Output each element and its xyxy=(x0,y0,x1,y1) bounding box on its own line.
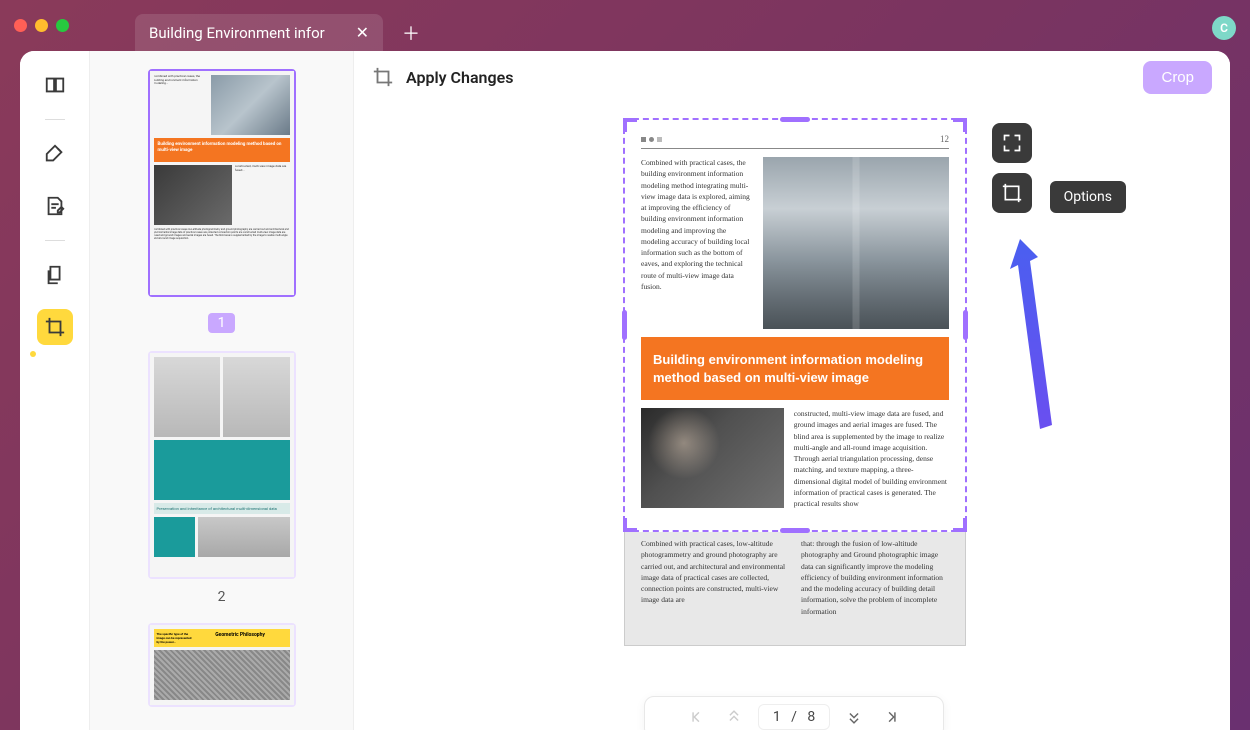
close-tab-button[interactable]: ✕ xyxy=(356,23,369,42)
annotation-arrow xyxy=(1000,229,1080,453)
options-tooltip: Options xyxy=(1050,181,1126,213)
page-indicator[interactable]: 1 / 8 xyxy=(758,704,830,730)
thumbnail-panel[interactable]: Combined with practical cases, the build… xyxy=(90,51,354,730)
main-area: Apply Changes Crop Combined with practic… xyxy=(354,51,1230,730)
crop-icon xyxy=(44,316,66,338)
book-icon xyxy=(44,74,66,96)
app-window: Combined with practical cases, the build… xyxy=(20,51,1230,730)
crop-options-icon xyxy=(1002,183,1022,203)
crop-options-button[interactable] xyxy=(992,173,1032,213)
thumb-orange-title: Building environment information modelin… xyxy=(154,138,290,162)
chevron-last-icon xyxy=(885,710,899,724)
avatar[interactable]: C xyxy=(1212,16,1236,40)
titlebar: Building Environment infor ✕ ＋ C xyxy=(0,0,1250,51)
crop-corner-tl[interactable] xyxy=(623,118,637,132)
close-window-button[interactable] xyxy=(14,19,27,32)
apply-changes-label: Apply Changes xyxy=(406,68,513,87)
thumbnail-page-3[interactable]: The specific type of the image can be re… xyxy=(148,623,296,707)
paragraph-lower-left: Combined with practical cases, low-altit… xyxy=(641,538,789,617)
thumb-page-num-1: 1 xyxy=(208,313,236,333)
page-sep: / xyxy=(791,709,797,725)
last-page-button[interactable] xyxy=(878,703,906,730)
image-computer-user xyxy=(641,408,784,508)
traffic-lights xyxy=(14,19,69,32)
chevron-down-icon xyxy=(847,710,861,724)
orange-title-text: Building environment information modelin… xyxy=(653,351,937,386)
maximize-window-button[interactable] xyxy=(56,19,69,32)
thumbnail-page-2[interactable]: Preservation and inheritance of architec… xyxy=(148,351,296,579)
edit-doc-icon xyxy=(44,195,66,217)
rail-active-indicator xyxy=(30,351,36,357)
page-toolbar: 1 / 8 xyxy=(644,696,944,730)
fit-page-button[interactable] xyxy=(992,123,1032,163)
crop-handle-bottom[interactable] xyxy=(780,528,810,533)
top-bar: Apply Changes Crop xyxy=(354,51,1230,103)
total-pages: 8 xyxy=(807,709,815,725)
first-page-button[interactable] xyxy=(682,703,710,730)
page-content: 12 Combined with practical cases, the bu… xyxy=(625,120,965,523)
crop-handle-right[interactable] xyxy=(963,310,968,340)
document-canvas[interactable]: Combined with practical cases, low-altit… xyxy=(624,119,966,646)
new-tab-button[interactable]: ＋ xyxy=(400,22,422,44)
crop-handle-left[interactable] xyxy=(622,310,627,340)
page-lower-text: Combined with practical cases, low-altit… xyxy=(641,538,949,617)
right-tools xyxy=(992,123,1032,213)
current-page: 1 xyxy=(773,709,781,725)
rail-crop-button[interactable] xyxy=(37,309,73,345)
rail-separator xyxy=(45,240,65,241)
thumb2-label: Preservation and inheritance of architec… xyxy=(154,503,290,514)
prev-page-button[interactable] xyxy=(720,703,748,730)
crop-corner-bl[interactable] xyxy=(623,518,637,532)
paragraph-a: Combined with practical cases, the build… xyxy=(641,157,753,329)
crop-button[interactable]: Crop xyxy=(1143,61,1212,94)
expand-icon xyxy=(1002,133,1022,153)
left-rail xyxy=(20,51,90,730)
chevron-first-icon xyxy=(689,710,703,724)
paragraph-lower-right: that: through the fusion of low-altitude… xyxy=(801,538,949,617)
page-number: 12 xyxy=(940,134,949,144)
pages-icon xyxy=(44,264,66,286)
thumb-page-num-2: 2 xyxy=(116,589,327,605)
crop-handle-top[interactable] xyxy=(780,117,810,122)
tab-title: Building Environment infor xyxy=(149,24,325,42)
document-tab[interactable]: Building Environment infor ✕ xyxy=(135,14,383,51)
paragraph-b: constructed, multi-view image data are f… xyxy=(794,408,949,509)
rail-highlight-button[interactable] xyxy=(37,136,73,172)
thumb3-title: Geometric Philosophy xyxy=(194,632,287,644)
rail-separator xyxy=(45,119,65,120)
crop-frame[interactable]: 12 Combined with practical cases, the bu… xyxy=(623,118,967,532)
minimize-window-button[interactable] xyxy=(35,19,48,32)
rail-pages-button[interactable] xyxy=(37,257,73,293)
crop-corner-tr[interactable] xyxy=(953,118,967,132)
thumbnail-page-1[interactable]: Combined with practical cases, the build… xyxy=(148,69,296,297)
rail-edit-button[interactable] xyxy=(37,188,73,224)
chevron-up-icon xyxy=(727,710,741,724)
hero-image-interior xyxy=(763,157,949,329)
crop-corner-br[interactable] xyxy=(953,518,967,532)
crop-apply-icon xyxy=(372,66,394,88)
page-deco-dots xyxy=(641,137,662,142)
highlighter-icon xyxy=(44,143,66,165)
rail-reader-button[interactable] xyxy=(37,67,73,103)
orange-title-box: Building environment information modelin… xyxy=(641,337,949,400)
next-page-button[interactable] xyxy=(840,703,868,730)
